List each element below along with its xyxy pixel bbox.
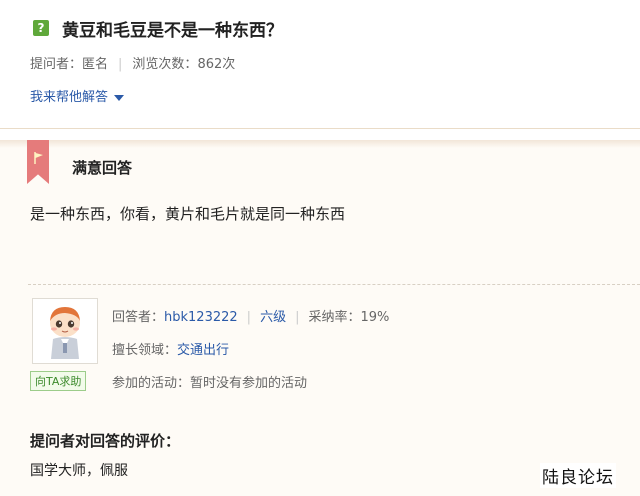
level-separator: | xyxy=(295,310,300,325)
best-answer-label: 满意回答 xyxy=(72,159,133,177)
answer-top-shade xyxy=(0,140,640,148)
answerer-row: 回答者：hbk123222 | 六级 | 采纳率：19% xyxy=(112,306,389,325)
adopt-rate-label: 采纳率： xyxy=(308,310,361,325)
asker-name: 匿名 xyxy=(82,57,109,72)
question-icon: ? xyxy=(33,20,49,36)
expertise-label: 擅长领域： xyxy=(112,343,178,358)
evaluation-title: 提问者对回答的评价： xyxy=(30,432,181,450)
question-title: 黄豆和毛豆是不是一种东西？ xyxy=(62,21,283,41)
asker-label: 提问者： xyxy=(30,57,83,72)
views-count: 862次 xyxy=(197,57,236,72)
answerer-separator: | xyxy=(246,310,252,325)
header-divider xyxy=(0,128,640,129)
expertise-link[interactable]: 交通出行 xyxy=(177,343,229,358)
question-meta: 提问者：匿名 | 浏览次数：862次 xyxy=(30,53,235,72)
activity-label: 参加的活动： xyxy=(112,376,191,391)
forum-watermark: 陆良论坛 xyxy=(540,463,616,488)
answer-text: 是一种东西，你看，黄片和毛片就是同一种东西 xyxy=(30,205,346,223)
flag-icon xyxy=(34,152,43,164)
help-answer-link[interactable]: 我来帮他解答 xyxy=(30,90,108,105)
chevron-down-icon xyxy=(114,94,125,101)
answer-divider xyxy=(28,284,640,285)
expertise-row: 擅长领域：交通出行 xyxy=(112,339,229,358)
evaluation-text: 国学大师，佩服 xyxy=(30,463,128,479)
answerer-link[interactable]: hbk123222 xyxy=(164,310,238,325)
question-header: ? 黄豆和毛豆是不是一种东西？ 提问者：匿名 | 浏览次数：862次 我来帮他解答 xyxy=(0,0,640,128)
adopt-rate-value: 19% xyxy=(360,310,390,325)
answerer-label: 回答者： xyxy=(112,310,165,325)
meta-separator: | xyxy=(118,57,123,72)
activity-row: 参加的活动：暂时没有参加的活动 xyxy=(112,372,307,391)
avatar[interactable] xyxy=(32,298,98,364)
level-link[interactable]: 六级 xyxy=(260,310,286,325)
activity-value: 暂时没有参加的活动 xyxy=(190,376,308,391)
help-answer-dropdown[interactable]: 我来帮他解答 xyxy=(30,86,125,105)
views-label: 浏览次数： xyxy=(132,57,198,72)
ask-help-button[interactable]: 向TA求助 xyxy=(30,371,87,391)
best-answer-panel: 满意回答 是一种东西，你看，黄片和毛片就是同一种东西 向TA求助 回答者：hbk… xyxy=(0,140,640,496)
